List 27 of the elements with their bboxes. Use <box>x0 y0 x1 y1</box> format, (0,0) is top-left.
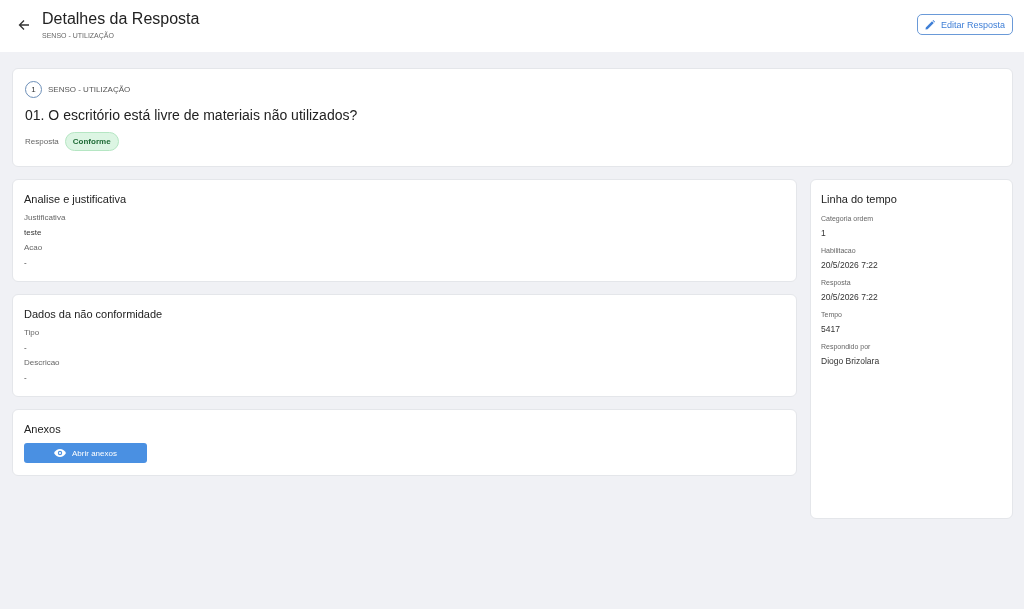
field-value: - <box>24 372 28 384</box>
edit-response-button[interactable]: Editar Resposta <box>916 14 1013 35</box>
field-label: Justificativa <box>24 212 67 224</box>
card-title: Linha do tempo <box>821 192 898 207</box>
answer-status-badge: Conforme <box>64 132 119 151</box>
field-value: teste <box>24 227 43 239</box>
field-value: - <box>24 342 28 354</box>
card-title: Analise e justificativa <box>24 192 128 207</box>
field-label: Acao <box>24 242 44 254</box>
field-value: - <box>24 257 28 269</box>
field-label: Tipo <box>24 327 41 339</box>
field-value: 5417 <box>821 323 841 335</box>
page-title: Detalhes da Resposta <box>42 9 200 29</box>
field-label: Descricao <box>24 357 61 369</box>
question-category: SENSO - UTILIZAÇÃO <box>48 85 131 94</box>
question-text: 01. O escritório está livre de materiais não utilizados? <box>25 106 359 124</box>
field-value: 20/5/2026 7:22 <box>821 259 879 271</box>
field-value: 20/5/2026 7:22 <box>821 291 879 303</box>
back-arrow-icon[interactable] <box>18 19 30 31</box>
open-attachments-button[interactable]: Abrir anexos <box>24 443 147 463</box>
field-value: 1 <box>821 227 827 239</box>
card-title: Anexos <box>24 422 62 437</box>
answer-label: Resposta <box>25 137 59 146</box>
field-value: Diogo Brizolara <box>821 355 881 367</box>
pencil-icon <box>924 19 935 30</box>
card-title: Dados da não conformidade <box>24 307 164 322</box>
eye-icon <box>54 449 67 457</box>
